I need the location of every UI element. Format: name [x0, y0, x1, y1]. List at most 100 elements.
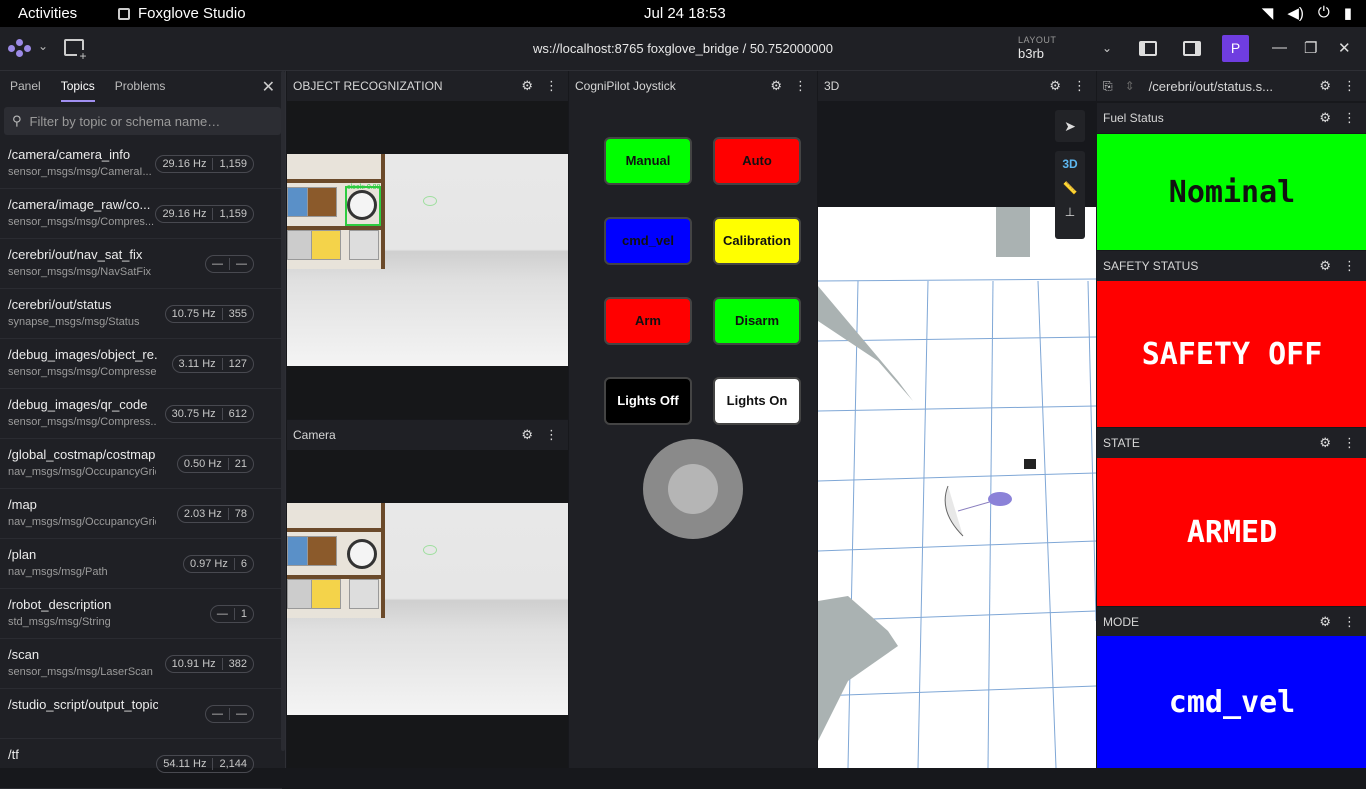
publish-pose-icon[interactable]: ⊥: [1055, 205, 1085, 219]
sort-icon[interactable]: ⇕: [1125, 79, 1135, 93]
gear-icon[interactable]: ⚙: [521, 78, 533, 94]
object-recognition-header: OBJECT RECOGNIZATION ⚙ ⋮: [287, 71, 568, 101]
auto-button[interactable]: Auto: [713, 137, 801, 185]
arm-button[interactable]: Arm: [604, 297, 692, 345]
gear-icon[interactable]: ⚙: [1319, 258, 1331, 274]
topic-row[interactable]: /plan nav_msgs/msg/Path 0.97 Hz 6: [0, 539, 282, 589]
topic-stats-badge: 10.75 Hz 355: [164, 305, 254, 323]
topic-row[interactable]: /cerebri/out/nav_sat_fix sensor_msgs/msg/…: [0, 239, 282, 289]
topic-schema: nav_msgs/msg/Path: [8, 566, 108, 578]
panel-title: SAFETY STATUS: [1103, 259, 1199, 273]
camera-view[interactable]: [287, 450, 568, 768]
topic-stats-badge: 54.11 Hz 2,144: [156, 755, 254, 773]
close-sidebar-icon[interactable]: ✕: [262, 77, 275, 97]
lights-on-button[interactable]: Lights On: [713, 377, 801, 425]
safety-status-panel: SAFETY OFF: [1097, 281, 1366, 427]
more-vert-icon[interactable]: ⋮: [1343, 258, 1356, 274]
joystick-pad[interactable]: [643, 439, 743, 539]
topic-row[interactable]: /camera/camera_info sensor_msgs/msg/Camer…: [0, 139, 282, 189]
more-vert-icon[interactable]: ⋮: [545, 427, 558, 443]
topic-schema: nav_msgs/msg/OccupancyGrid: [8, 466, 156, 478]
three-d-view[interactable]: ➤ 3D 📏 ⊥: [818, 101, 1096, 768]
joystick-header: CogniPilot Joystick ⚙ ⋮: [569, 71, 817, 101]
left-sidebar-toggle-icon[interactable]: [1139, 41, 1157, 56]
maximize-icon[interactable]: ❐: [1304, 39, 1317, 57]
topic-stats-badge: —1: [209, 605, 254, 623]
gear-icon[interactable]: ⚙: [1319, 614, 1331, 630]
manual-button[interactable]: Manual: [604, 137, 692, 185]
gear-icon[interactable]: ⚙: [1319, 435, 1331, 451]
calibration-button[interactable]: Calibration: [713, 217, 801, 265]
gear-icon[interactable]: ⚙: [770, 78, 782, 94]
topic-row[interactable]: /map nav_msgs/msg/OccupancyGrid 2.03 Hz 78: [0, 489, 282, 539]
topic-row[interactable]: /debug_images/qr_code sensor_msgs/msg/Com…: [0, 389, 282, 439]
gear-icon[interactable]: ⚙: [521, 427, 533, 443]
topic-name: /plan: [8, 547, 37, 562]
topic-row[interactable]: /robot_description std_msgs/msg/String —1: [0, 589, 282, 639]
view-toolbar: 3D 📏 ⊥: [1055, 151, 1085, 239]
joystick-knob[interactable]: [668, 464, 718, 514]
topic-row[interactable]: /cerebri/out/status synapse_msgs/msg/Stat…: [0, 289, 282, 339]
tab-panel[interactable]: Panel: [10, 79, 41, 93]
gear-icon[interactable]: ⚙: [1049, 78, 1061, 94]
topic-message-count: 1,159: [212, 208, 253, 220]
topic-frequency: —: [212, 258, 223, 270]
zebra-image: [349, 579, 379, 609]
topic-stats-badge: — —: [205, 705, 254, 723]
three-d-mode-toggle[interactable]: 3D: [1055, 157, 1085, 171]
lights-off-button[interactable]: Lights Off: [604, 377, 692, 425]
object-recognition-view[interactable]: clock: 0.88: [287, 101, 568, 419]
more-vert-icon[interactable]: ⋮: [1343, 435, 1356, 451]
more-vert-icon[interactable]: ⋮: [1073, 78, 1086, 94]
panel-title: MODE: [1103, 615, 1139, 629]
search-input[interactable]: [29, 113, 260, 129]
teddy-bear-image: [307, 187, 337, 217]
clock[interactable]: Jul 24 18:53: [644, 5, 726, 22]
topic-message-count: 6: [233, 558, 253, 570]
activities-button[interactable]: Activities: [18, 5, 77, 22]
tab-topics[interactable]: Topics: [60, 79, 95, 102]
tab-problems[interactable]: Problems: [115, 79, 166, 93]
topic-message-count: 1,159: [212, 158, 253, 170]
system-tray[interactable]: ◥ ◀) ⏻ ▮: [1262, 4, 1352, 22]
status-topic-path[interactable]: /cerebri/out/status.s...: [1149, 79, 1273, 94]
topic-row[interactable]: /debug_images/object_re... sensor_msgs/ms…: [0, 339, 282, 389]
topic-message-count: 355: [221, 308, 253, 320]
topic-row[interactable]: /studio_script/output_topic — —: [0, 689, 282, 739]
close-window-icon[interactable]: ✕: [1338, 39, 1351, 57]
app-menu[interactable]: Foxglove Studio: [118, 5, 246, 22]
more-vert-icon[interactable]: ⋮: [545, 78, 558, 94]
topic-row[interactable]: /global_costmap/costmap nav_msgs/msg/Occu…: [0, 439, 282, 489]
gear-icon[interactable]: ⚙: [1319, 78, 1331, 94]
layout-chevron-down-icon[interactable]: ⌄: [1102, 41, 1112, 55]
sidebar-tabs: Panel Topics Problems: [0, 71, 285, 102]
gear-icon[interactable]: ⚙: [1319, 110, 1331, 126]
ruler-icon[interactable]: 📏: [1055, 181, 1085, 195]
topic-frequency: 29.16 Hz: [162, 208, 207, 220]
disarm-button[interactable]: Disarm: [713, 297, 801, 345]
avatar[interactable]: P: [1222, 35, 1249, 62]
foxglove-app-icon: [118, 7, 130, 20]
detection-box: [345, 186, 381, 226]
more-vert-icon[interactable]: ⋮: [1343, 78, 1356, 94]
topic-row[interactable]: /tf 54.11 Hz 2,144: [0, 739, 282, 789]
more-vert-icon[interactable]: ⋮: [1343, 110, 1356, 126]
connection-info: ws://localhost:8765 foxglove_bridge / 50…: [533, 41, 833, 56]
minimize-icon[interactable]: —: [1272, 39, 1287, 56]
banana-image: [311, 579, 341, 609]
topic-stats-badge: 29.16 Hz 1,159: [155, 155, 254, 173]
layout-name: b3rb: [1018, 46, 1045, 61]
more-vert-icon[interactable]: ⋮: [794, 78, 807, 94]
topic-list-scrollbar[interactable]: [281, 71, 285, 751]
select-tool-icon[interactable]: ➤: [1055, 110, 1085, 142]
cmd-vel-button[interactable]: cmd_vel: [604, 217, 692, 265]
topic-row[interactable]: /scan sensor_msgs/msg/LaserScan 10.91 Hz 38…: [0, 639, 282, 689]
topic-row[interactable]: /camera/image_raw/co... sensor_msgs/msg/C…: [0, 189, 282, 239]
more-vert-icon[interactable]: ⋮: [1343, 614, 1356, 630]
topic-frequency: 54.11 Hz: [163, 758, 207, 770]
layout-selector[interactable]: LAYOUT b3rb: [1018, 35, 1056, 61]
copy-icon[interactable]: ⎘: [1103, 79, 1113, 94]
topic-message-count: 78: [227, 508, 253, 520]
topic-name: /cerebri/out/nav_sat_fix: [8, 247, 143, 262]
right-sidebar-toggle-icon[interactable]: [1183, 41, 1201, 56]
